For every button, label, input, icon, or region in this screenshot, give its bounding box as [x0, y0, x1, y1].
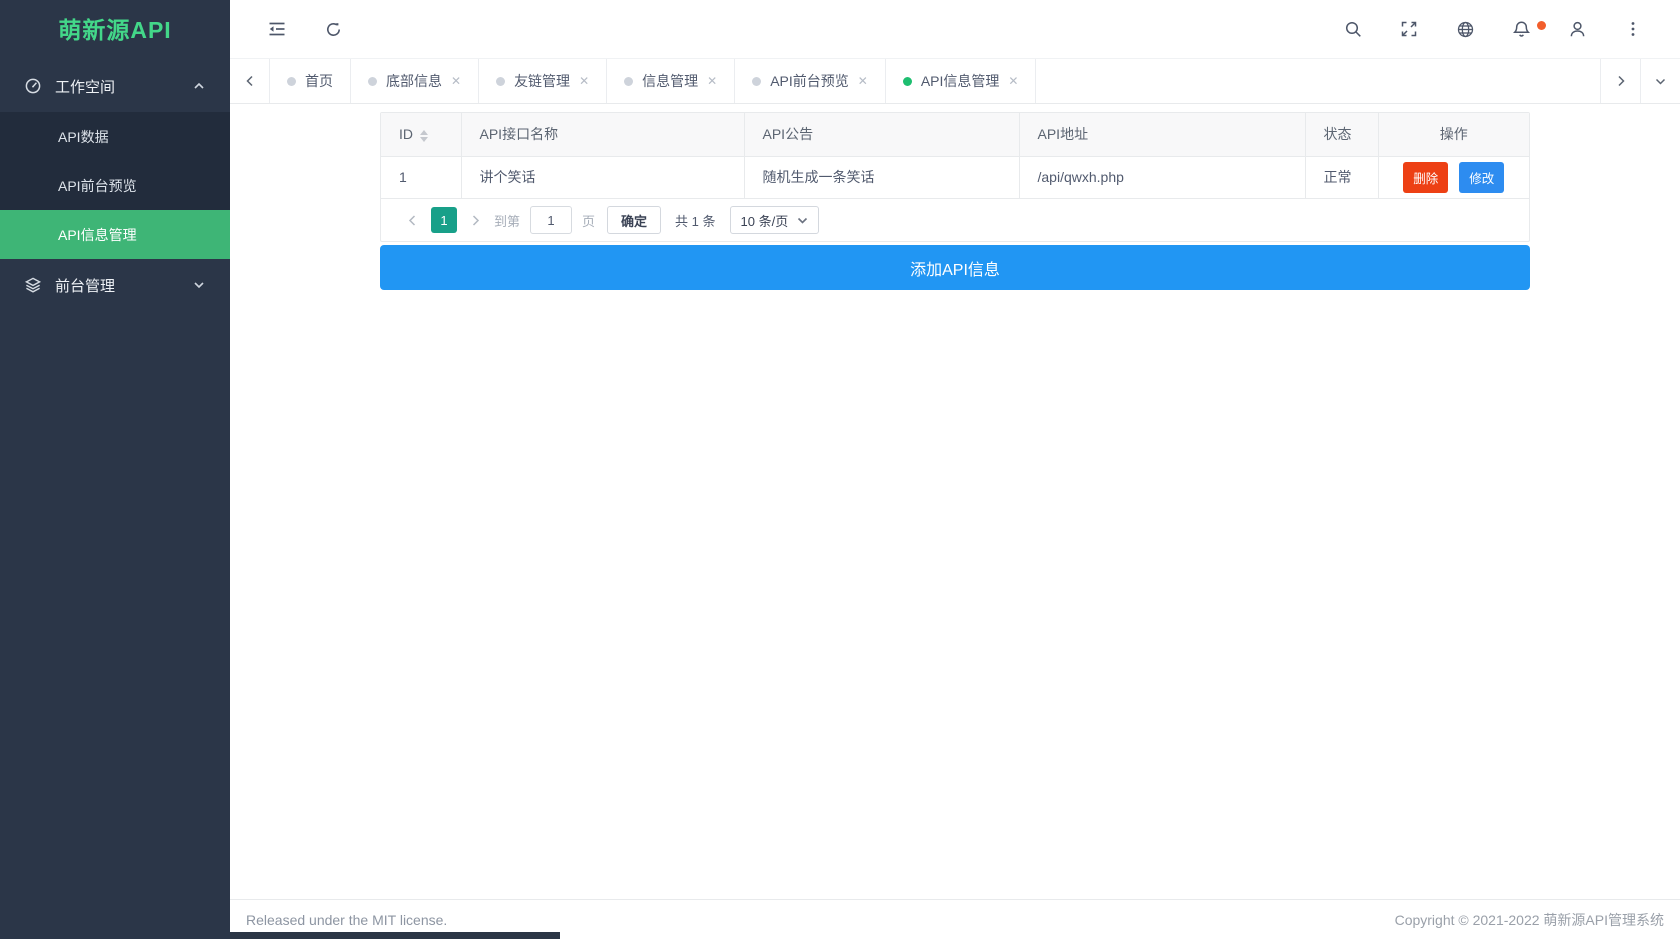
page-number-button[interactable]: 1: [431, 207, 457, 233]
layers-icon: [24, 276, 42, 294]
cell-actions: 删除 修改: [1378, 156, 1529, 198]
sidebar-item-label: API信息管理: [58, 226, 137, 243]
app-window: 萌新源API 工作空间 API数据 API前台预览 API信息管理 前台管理 首…: [0, 0, 1680, 939]
page-size-value: 10 条/页: [740, 213, 789, 229]
goto-page-input[interactable]: [530, 206, 573, 234]
tab-label: API信息管理: [920, 73, 1000, 89]
pagination-bar: 1 到第 页 确定 共 1 条 10 条/页: [381, 198, 1529, 241]
fullscreen-icon[interactable]: [1399, 19, 1419, 39]
sidebar-item-api-data[interactable]: API数据: [0, 112, 230, 161]
cell-api-name: 讲个笑话: [461, 156, 745, 198]
topbar: [230, 0, 1680, 59]
tabs-scroll-right-button[interactable]: [1600, 59, 1640, 103]
page-size-select[interactable]: 10 条/页: [729, 206, 820, 234]
next-page-button[interactable]: [469, 214, 482, 227]
license-text: Released under the MIT license.: [246, 911, 448, 928]
cell-api-notice: 随机生成一条笑话: [744, 156, 1020, 198]
tabbar-spacer: [1036, 59, 1600, 103]
notifications-bell-icon[interactable]: [1511, 19, 1546, 39]
tab-api-front-preview[interactable]: API前台预览: [735, 59, 886, 103]
tab-status-dot: [624, 76, 634, 86]
column-header-api-address: API地址: [1019, 113, 1306, 157]
tab-label: 友链管理: [514, 73, 571, 89]
tab-status-dot: [496, 76, 506, 86]
sidebar-item-api-info-management[interactable]: API信息管理: [0, 210, 230, 259]
tab-api-info-management[interactable]: API信息管理: [885, 59, 1037, 103]
page-content: ID API接口名称 API公告 API地址 状态 操作 1 讲个笑话 随机生成…: [230, 104, 1680, 899]
sidebar-group-label: 工作空间: [55, 78, 116, 96]
column-header-id[interactable]: ID: [381, 113, 462, 157]
close-tab-icon[interactable]: [707, 75, 717, 87]
cell-status: 正常: [1305, 156, 1379, 198]
prev-page-button[interactable]: [406, 214, 419, 227]
dashboard-icon: [24, 77, 42, 95]
tab-friend-links[interactable]: 友链管理: [479, 59, 608, 103]
close-tab-icon[interactable]: [1008, 75, 1018, 87]
cell-id: 1: [381, 156, 462, 198]
tab-info-management[interactable]: 信息管理: [607, 59, 736, 103]
edit-button[interactable]: 修改: [1459, 161, 1505, 193]
tabs-scroll-left-button[interactable]: [230, 59, 270, 103]
sidebar-group-workspace[interactable]: 工作空间: [0, 60, 230, 112]
column-header-label: ID: [399, 126, 413, 143]
sidebar-item-api-front-preview[interactable]: API前台预览: [0, 161, 230, 210]
tabs-options-dropdown-button[interactable]: [1640, 59, 1680, 103]
tab-label: API前台预览: [770, 73, 849, 89]
goto-page-prefix-label: 到第: [494, 213, 521, 229]
refresh-icon[interactable]: [323, 19, 343, 39]
tab-footer-info[interactable]: 底部信息: [351, 59, 480, 103]
topbar-right: [1343, 19, 1680, 39]
chevron-down-icon: [798, 217, 808, 224]
sidebar-item-label: API前台预览: [58, 177, 137, 194]
cell-api-address: /api/qwxh.php: [1019, 156, 1306, 198]
tab-label: 底部信息: [386, 73, 442, 89]
workspace-submenu: API数据 API前台预览 API信息管理: [0, 112, 230, 259]
sidebar-item-label: API数据: [58, 128, 109, 145]
topbar-left: [230, 19, 343, 39]
column-header-status: 状态: [1305, 113, 1379, 157]
collapse-sidebar-icon[interactable]: [267, 19, 287, 39]
table-row: 1 讲个笑话 随机生成一条笑话 /api/qwxh.php 正常 删除 修改: [381, 156, 1529, 198]
notification-badge-dot: [1537, 21, 1546, 30]
column-header-api-name: API接口名称: [461, 113, 745, 157]
goto-page-suffix-label: 页: [582, 213, 596, 229]
close-tab-icon[interactable]: [579, 75, 589, 87]
tab-status-dot: [368, 76, 377, 86]
copyright-text: Copyright © 2021-2022 萌新源API管理系统: [1394, 911, 1664, 928]
sort-icon[interactable]: [420, 129, 428, 142]
api-table-container: ID API接口名称 API公告 API地址 状态 操作 1 讲个笑话 随机生成…: [380, 112, 1530, 242]
tab-label: 首页: [305, 73, 333, 89]
chevron-up-icon: [192, 79, 206, 93]
column-header-actions: 操作: [1378, 113, 1529, 157]
goto-confirm-button[interactable]: 确定: [607, 206, 662, 234]
add-api-info-button[interactable]: 添加API信息: [380, 245, 1530, 290]
api-table: ID API接口名称 API公告 API地址 状态 操作 1 讲个笑话 随机生成…: [381, 113, 1529, 198]
tab-bar: 首页 底部信息 友链管理 信息管理 API前台预览: [230, 59, 1680, 104]
tab-status-dot: [902, 76, 912, 86]
tab-status-dot: [287, 76, 296, 86]
more-menu-icon[interactable]: [1623, 19, 1643, 39]
app-logo: 萌新源API: [58, 17, 172, 43]
sidebar-group-label: 前台管理: [55, 277, 116, 295]
language-globe-icon[interactable]: [1455, 19, 1475, 39]
tab-label: 信息管理: [642, 73, 699, 89]
chevron-down-icon: [192, 278, 206, 292]
user-icon[interactable]: [1567, 19, 1587, 39]
tab-status-dot: [752, 76, 762, 86]
total-count-label: 共 1 条: [675, 213, 716, 229]
table-header-row: ID API接口名称 API公告 API地址 状态 操作: [381, 113, 1529, 157]
horizontal-scrollbar-thumb[interactable]: [230, 932, 560, 939]
tab-home[interactable]: 首页: [270, 59, 351, 103]
delete-button[interactable]: 删除: [1403, 161, 1449, 193]
close-tab-icon[interactable]: [451, 75, 461, 87]
close-tab-icon[interactable]: [858, 75, 868, 87]
sidebar: 萌新源API 工作空间 API数据 API前台预览 API信息管理 前台管理: [0, 0, 230, 939]
search-icon[interactable]: [1343, 19, 1363, 39]
sidebar-group-frontend[interactable]: 前台管理: [0, 259, 230, 311]
column-header-api-notice: API公告: [744, 113, 1020, 157]
main-area: 首页 底部信息 友链管理 信息管理 API前台预览: [230, 0, 1680, 939]
